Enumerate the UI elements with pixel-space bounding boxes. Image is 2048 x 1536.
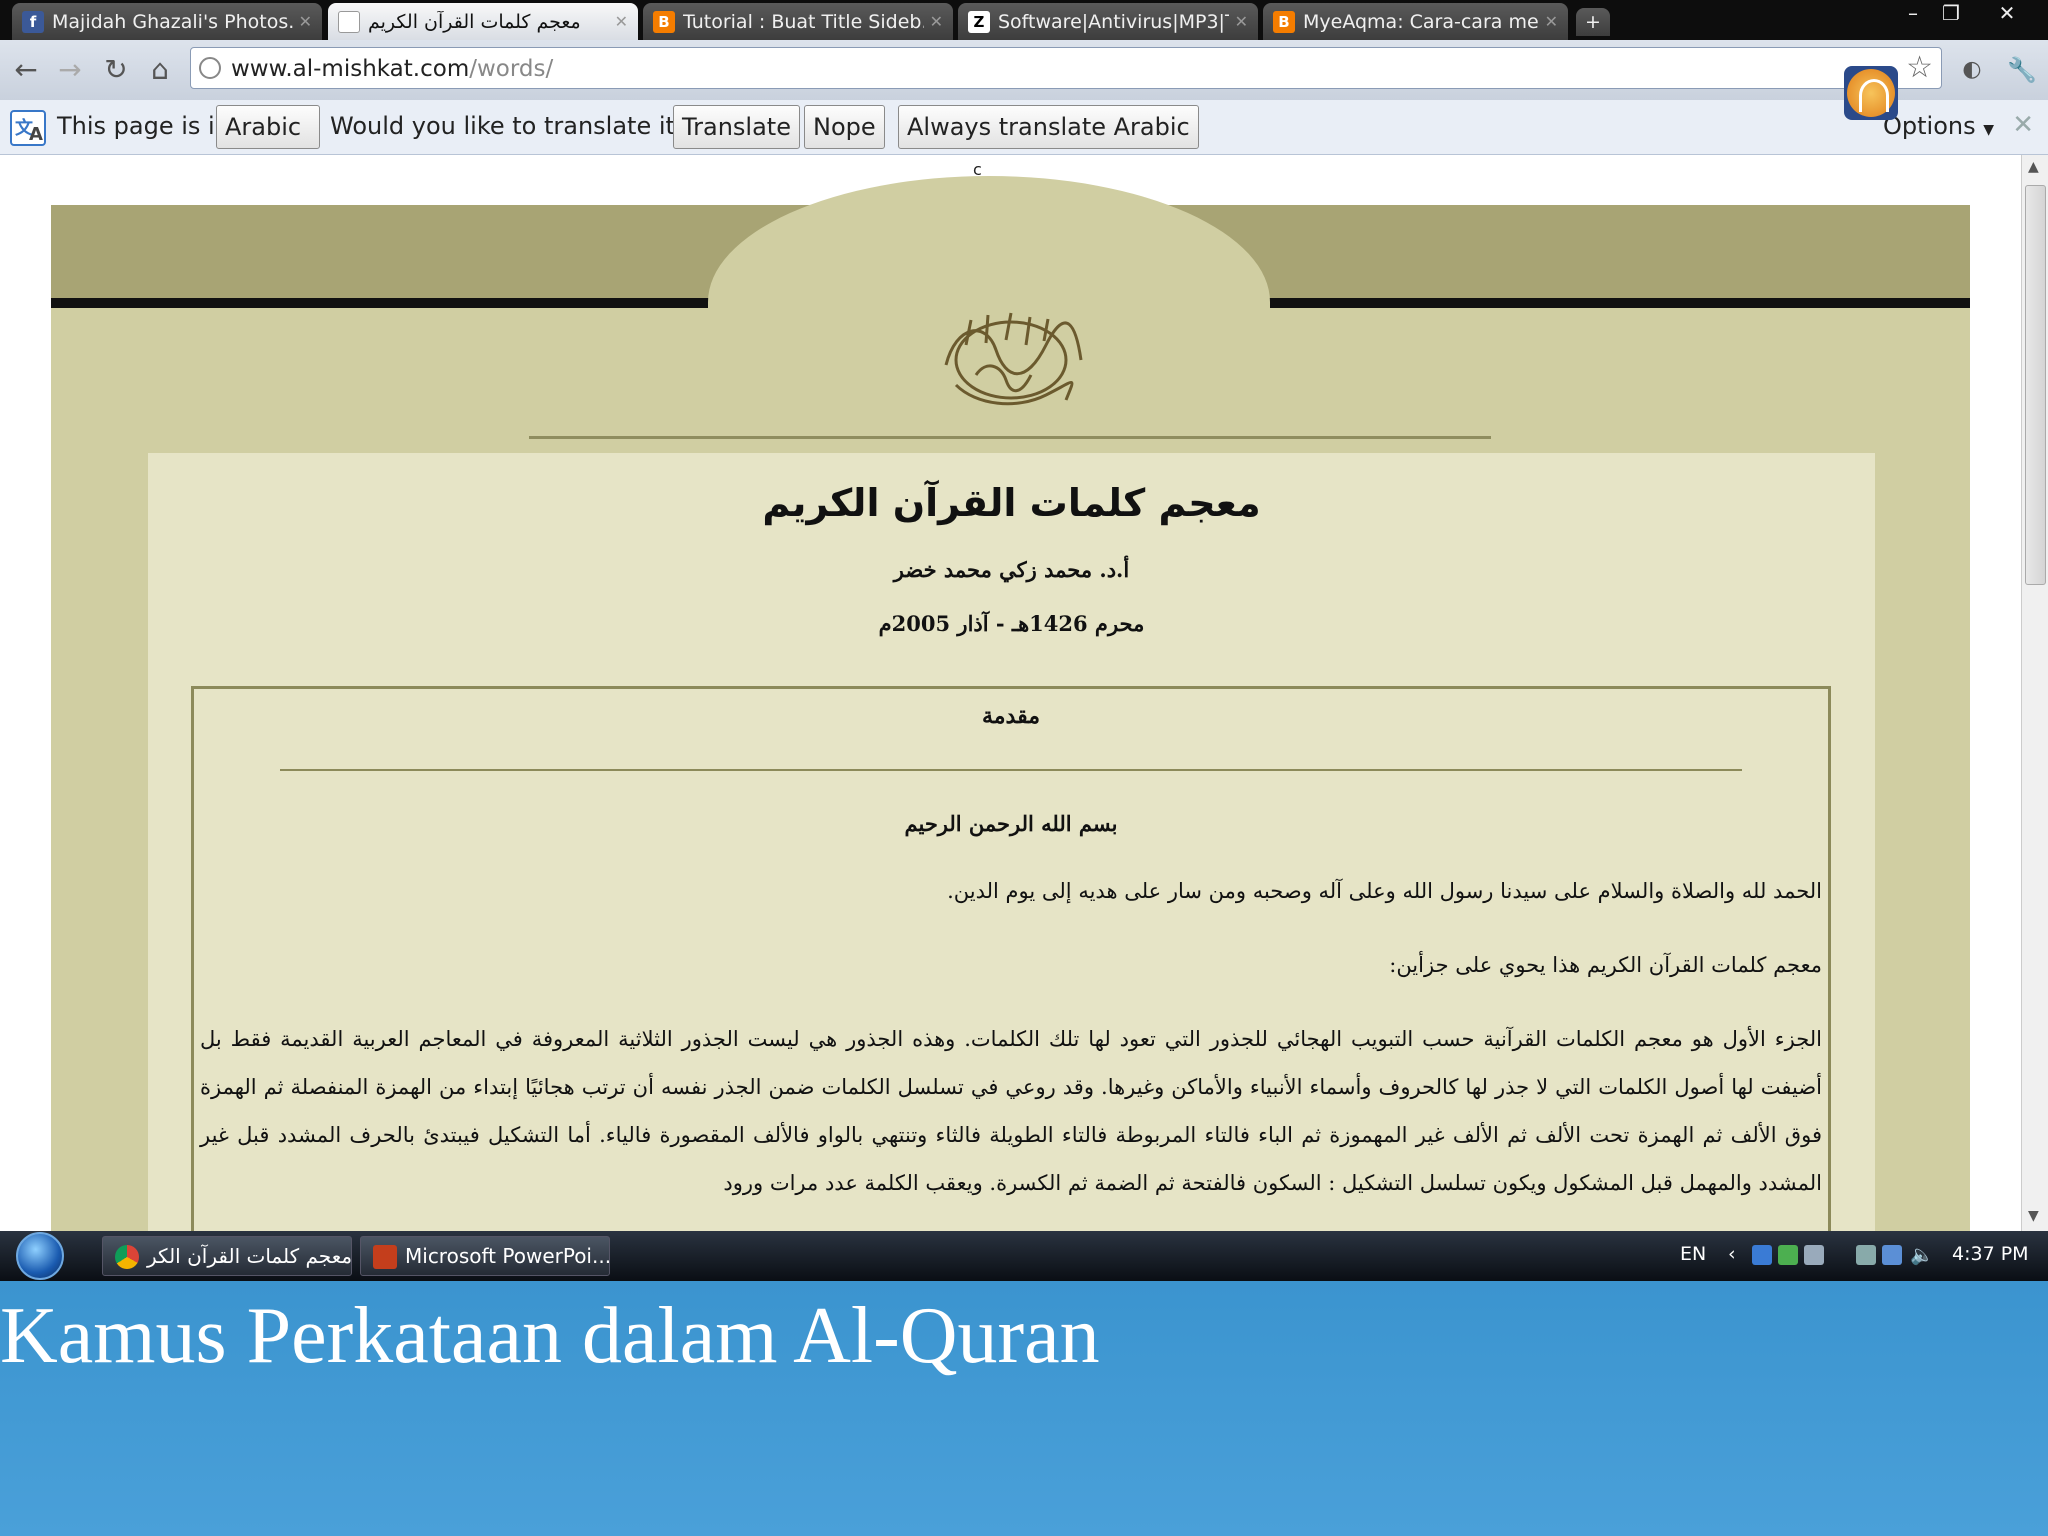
vertical-scrollbar[interactable]: ▲ ▼: [2021, 155, 2048, 1231]
scroll-up-icon[interactable]: ▲: [2028, 159, 2039, 175]
options-label: Options: [1883, 112, 1976, 140]
intro-paragraph: الجزء الأول هو معجم الكلمات القرآنية حسب…: [200, 1027, 1822, 1195]
language-select[interactable]: Arabic ▼: [216, 105, 320, 181]
blogger-icon: B: [1273, 10, 1295, 33]
intro-paragraph: معجم كلمات القرآن الكريم هذا يحوي على جز…: [1389, 953, 1822, 977]
page-title: معجم كلمات القرآن الكريم: [762, 481, 1261, 525]
tab-close-icon[interactable]: ✕: [1235, 12, 1248, 31]
tab-facebook-photos[interactable]: f Majidah Ghazali's Photos... ✕: [12, 3, 322, 40]
url-path: /words/: [469, 56, 554, 82]
publish-date: محرم 1426هـ - آذار 2005م: [878, 611, 1145, 636]
tab-title: Tutorial : Buat Title Sideb...: [683, 10, 924, 33]
page-menu-icon[interactable]: ◐: [1956, 54, 1988, 86]
tab-title: Software|Antivirus|MP3|T...: [998, 10, 1229, 33]
globe-icon: [199, 57, 221, 79]
taskbar: معجم كلمات القرآن الكر... Microsoft Powe…: [0, 1231, 2048, 1281]
taskbar-item-powerpoint[interactable]: Microsoft PowerPoi...: [360, 1236, 610, 1276]
volume-icon[interactable]: 🔈: [1910, 1243, 1934, 1266]
translate-button[interactable]: Translate: [673, 105, 800, 149]
nope-button[interactable]: Nope: [804, 105, 885, 149]
author-name: أ.د. محمد زكي محمد خضر: [893, 557, 1130, 582]
tab-title: معجم كلمات القرآن الكريم: [368, 10, 581, 33]
tab-al-mishkat[interactable]: معجم كلمات القرآن الكريم ✕: [328, 3, 638, 40]
close-infobar-icon[interactable]: ✕: [2012, 110, 2034, 140]
scroll-down-icon[interactable]: ▼: [2028, 1208, 2039, 1224]
tab-strip: f Majidah Ghazali's Photos... ✕ معجم كلم…: [0, 0, 2048, 40]
scroll-thumb[interactable]: [2025, 185, 2046, 585]
bookmark-star-icon[interactable]: ☆: [1906, 50, 1933, 85]
translate-prefix: This page is in: [57, 112, 230, 140]
minimize-button[interactable]: –: [1898, 0, 1928, 26]
plus-icon: +: [1585, 11, 1601, 33]
connection-tray-icon[interactable]: [1882, 1245, 1902, 1265]
basmala-calligraphy-logo: [944, 312, 1083, 406]
always-translate-button[interactable]: Always translate Arabic: [898, 105, 1199, 149]
chrome-icon: [115, 1245, 139, 1269]
tab-title: MyeAqma: Cara-cara me...: [1303, 10, 1539, 33]
tab-close-icon[interactable]: ✕: [615, 12, 628, 31]
divider: [280, 769, 1742, 771]
taskbar-item-label: معجم كلمات القرآن الكر...: [147, 1244, 352, 1268]
basmala-text: بسم الله الرحمن الرحيم: [904, 811, 1118, 836]
address-bar[interactable]: www.al-mishkat.com/words/ ☆: [190, 47, 1942, 89]
tab-close-icon[interactable]: ✕: [1545, 12, 1558, 31]
content-panel: معجم كلمات القرآن الكريم أ.د. محمد زكي م…: [148, 453, 1875, 1231]
tab-close-icon[interactable]: ✕: [299, 12, 312, 31]
options-menu[interactable]: Options ▼: [1883, 112, 1994, 140]
caption-text: Kamus Perkataan dalam Al-Quran: [0, 1292, 1100, 1380]
reload-icon[interactable]: ↻: [100, 54, 132, 86]
language-indicator[interactable]: EN: [1680, 1243, 1706, 1265]
extension-logo: [1847, 69, 1895, 117]
url-domain: www.al-mishkat.com: [231, 56, 470, 82]
translate-question: Would you like to translate it?: [330, 112, 688, 140]
show-hidden-icons-icon[interactable]: ‹: [1728, 1243, 1736, 1265]
back-icon[interactable]: ←: [10, 54, 42, 86]
intro-paragraph: الحمد لله والصلاة والسلام على سيدنا رسول…: [947, 879, 1822, 903]
close-window-button[interactable]: ✕: [1990, 0, 2024, 26]
divider: [529, 436, 1491, 439]
page-icon: [338, 10, 360, 33]
translate-icon: 文A: [10, 110, 46, 146]
power-tray-icon[interactable]: [1856, 1245, 1876, 1265]
clock[interactable]: 4:37 PM: [1952, 1243, 2029, 1265]
section-heading: مقدمة: [981, 703, 1041, 729]
display-tray-icon[interactable]: [1804, 1245, 1824, 1265]
home-icon[interactable]: ⌂: [144, 54, 176, 86]
extension-icon[interactable]: [1844, 66, 1898, 120]
network-tray-icon[interactable]: [1752, 1245, 1772, 1265]
new-tab-button[interactable]: +: [1576, 8, 1610, 36]
z-site-icon: Z: [968, 10, 990, 33]
taskbar-item-chrome[interactable]: معجم كلمات القرآن الكر...: [102, 1236, 352, 1276]
tab-close-icon[interactable]: ✕: [930, 12, 943, 31]
introduction-box: مقدمة بسم الله الرحمن الرحيم الحمد لله و…: [191, 686, 1831, 1231]
web-page: c معجم كلمات القرآن الكريم أ.د. محمد زكي…: [0, 155, 2048, 1231]
caption-panel: Kamus Perkataan dalam Al-Quran: [0, 1281, 2048, 1536]
browser-toolbar: ← → ↻ ⌂ www.al-mishkat.com/words/ ☆ ◐ 🔧: [0, 40, 2048, 100]
forward-icon[interactable]: →: [54, 54, 86, 86]
language-value: Arabic: [225, 113, 302, 141]
chevron-down-icon: ▼: [1983, 122, 1995, 138]
url-text: www.al-mishkat.com/words/: [231, 56, 553, 82]
tab-myeaqma[interactable]: B MyeAqma: Cara-cara me... ✕: [1263, 3, 1568, 40]
tray-app-icon[interactable]: [1778, 1245, 1798, 1265]
powerpoint-icon: [373, 1245, 397, 1269]
facebook-icon: f: [22, 10, 44, 33]
start-button[interactable]: [16, 1232, 64, 1280]
tab-title: Majidah Ghazali's Photos...: [52, 10, 293, 33]
taskbar-item-label: Microsoft PowerPoi...: [405, 1244, 610, 1268]
restore-button[interactable]: ❐: [1936, 0, 1966, 26]
blogger-icon: B: [653, 10, 675, 33]
tab-software[interactable]: Z Software|Antivirus|MP3|T... ✕: [958, 3, 1258, 40]
wrench-icon[interactable]: 🔧: [2006, 54, 2038, 86]
tab-tutorial[interactable]: B Tutorial : Buat Title Sideb... ✕: [643, 3, 953, 40]
translate-infobar: 文A This page is in Arabic ▼ Would you li…: [0, 100, 2048, 181]
